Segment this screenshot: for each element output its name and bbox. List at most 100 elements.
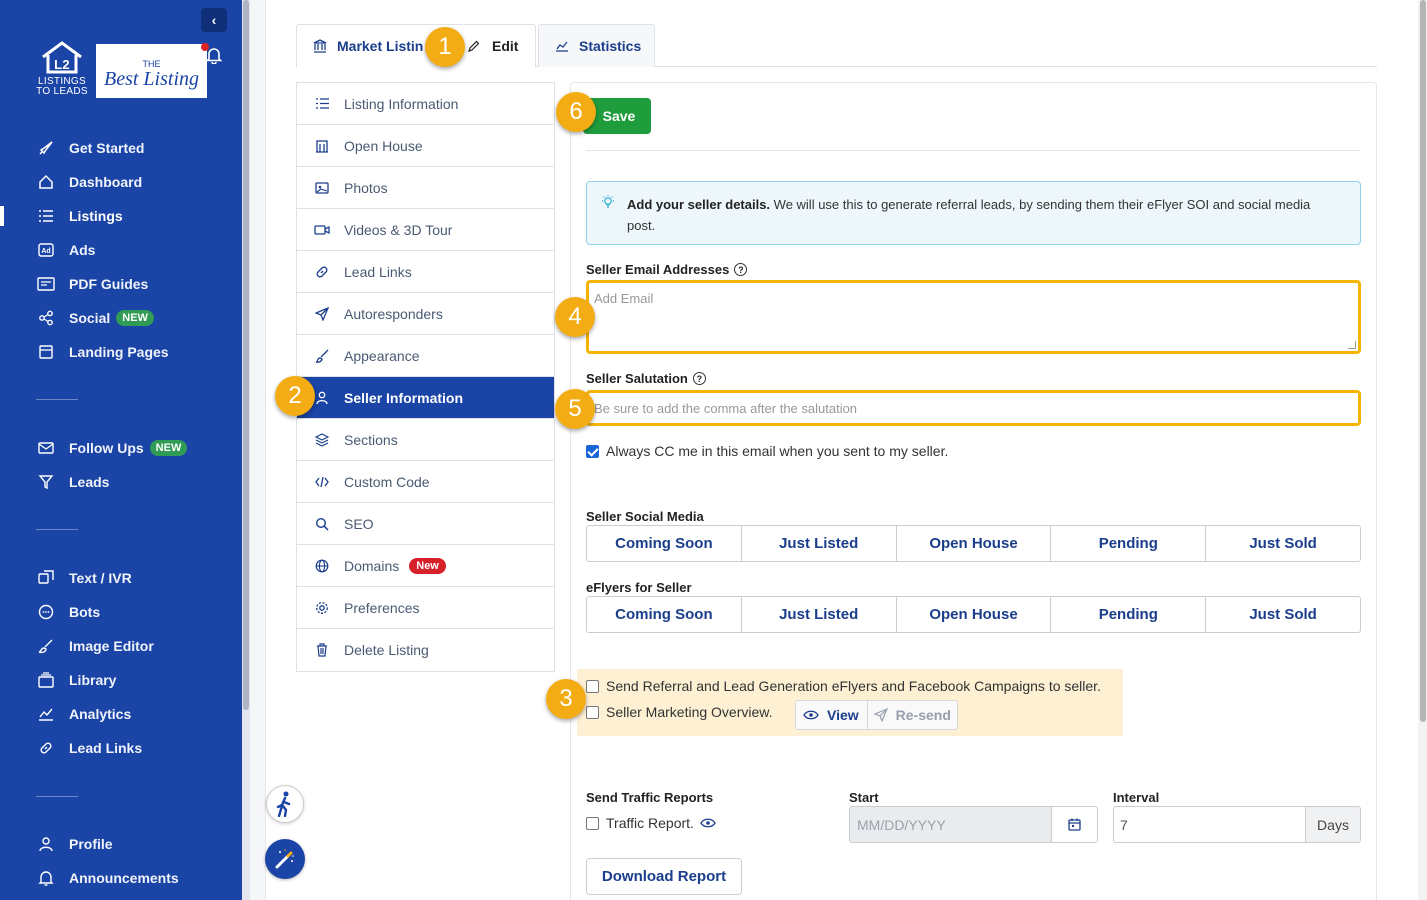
eflyer-pending-button[interactable]: Pending [1050,596,1207,633]
overview-actions: View Re-send [795,700,958,730]
brush-icon [314,348,330,364]
menu-videos[interactable]: Videos & 3D Tour [297,209,554,251]
nav-label: Profile [69,836,113,852]
sidebar-scroll-thumb[interactable] [243,0,249,710]
nav-label: Text / IVR [69,570,132,586]
tab-statistics[interactable]: Statistics [538,24,655,67]
pdf-icon [37,275,55,293]
seller-social-media-label: Seller Social Media [586,509,704,524]
step-marker-5: 5 [555,389,595,429]
collapse-sidebar-button[interactable]: ‹ [201,8,227,32]
nav-get-started[interactable]: Get Started [0,133,242,163]
nav-label: Library [69,672,117,688]
eflyer-coming-soon-button[interactable]: Coming Soon [586,596,742,633]
eflyer-just-sold-button[interactable]: Just Sold [1205,596,1361,633]
nav-label: Follow Ups [69,440,144,456]
page-scroll-thumb[interactable] [1420,0,1426,722]
menu-open-house[interactable]: Open House [297,125,554,167]
traffic-report-label: Traffic Report. [606,815,694,831]
magic-wand-icon [275,849,294,869]
nav-lead-links[interactable]: Lead Links [0,733,242,763]
referral-option[interactable]: Send Referral and Lead Generation eFlyer… [586,678,1101,694]
seller-email-input[interactable]: Add Email [586,280,1361,354]
gutter [250,0,266,900]
eye-icon [803,710,819,720]
nav-landing-pages[interactable]: Landing Pages [0,337,242,367]
interval-label: Interval [1113,790,1160,805]
traffic-report-option[interactable]: Traffic Report. [586,815,716,831]
nav-follow-ups[interactable]: Follow Ups NEW [0,433,242,463]
nav-library[interactable]: Library [0,665,242,695]
nav-profile[interactable]: Profile [0,829,242,859]
nav-text-ivr[interactable]: Text / IVR [0,563,242,593]
marketing-overview-label: Seller Marketing Overview. [606,704,773,720]
eflyer-just-listed-button[interactable]: Just Listed [740,596,897,633]
nav-leads[interactable]: Leads [0,467,242,497]
menu-listing-information[interactable]: Listing Information [297,83,554,125]
referral-checkbox[interactable] [586,679,599,693]
nav-label: Announcements [69,870,179,886]
menu-label: Delete Listing [344,642,429,658]
nav-listings[interactable]: Listings [0,201,242,231]
nav-analytics[interactable]: Analytics [0,699,242,729]
step-marker-3: 3 [546,679,586,719]
listings-to-leads-logo: L2 LISTINGS TO LEADS [32,40,92,97]
menu-delete-listing[interactable]: Delete Listing [297,629,554,671]
menu-domains[interactable]: Domains New [297,545,554,587]
pencil-icon [468,40,480,52]
menu-sections[interactable]: Sections [297,419,554,461]
brush-icon [37,637,55,655]
social-just-sold-button[interactable]: Just Sold [1205,525,1361,562]
nav-pdf-guides[interactable]: PDF Guides [0,269,242,299]
referral-label: Send Referral and Lead Generation eFlyer… [606,678,1101,694]
nav-announcements[interactable]: Announcements [0,863,242,893]
start-date-input[interactable]: MM/DD/YYYY [849,806,1052,843]
menu-preferences[interactable]: Preferences [297,587,554,629]
magic-wand-button[interactable] [265,839,305,879]
nav-ads[interactable]: Ad Ads [0,235,242,265]
view-button[interactable]: View [796,701,868,729]
menu-seo[interactable]: SEO [297,503,554,545]
tab-edit[interactable]: Edit [468,38,518,54]
traffic-report-checkbox[interactable] [586,816,599,830]
list-icon [314,96,330,112]
resize-handle[interactable] [1348,341,1356,349]
menu-label: Listing Information [344,95,459,112]
nav-bots[interactable]: Bots [0,597,242,627]
marketing-overview-checkbox[interactable] [586,705,599,719]
eye-icon[interactable] [700,818,716,828]
nav-social[interactable]: Social NEW [0,303,242,333]
marketing-overview-option[interactable]: Seller Marketing Overview. [586,704,773,720]
accessibility-button[interactable] [266,785,304,823]
always-cc-checkbox[interactable] [586,444,599,458]
search-icon [314,516,330,532]
chat-icon [37,569,55,587]
download-report-button[interactable]: Download Report [586,858,742,895]
social-pending-button[interactable]: Pending [1050,525,1207,562]
menu-photos[interactable]: Photos [297,167,554,209]
menu-label: Appearance [344,347,420,364]
calendar-button[interactable] [1051,806,1098,843]
menu-seller-information[interactable]: Seller Information [297,377,554,419]
menu-label: Photos [344,179,388,196]
nav-label: Image Editor [69,638,154,654]
menu-appearance[interactable]: Appearance [297,335,554,377]
social-just-listed-button[interactable]: Just Listed [740,525,897,562]
menu-custom-code[interactable]: Custom Code [297,461,554,503]
social-open-house-button[interactable]: Open House [895,525,1052,562]
help-icon[interactable]: ? [692,372,706,385]
seller-salutation-input[interactable]: Be sure to add the comma after the salut… [586,390,1361,426]
nav-dashboard[interactable]: Dashboard [0,167,242,197]
help-icon[interactable]: ? [734,263,748,276]
step-marker-2: 2 [275,376,315,416]
social-coming-soon-button[interactable]: Coming Soon [586,525,742,562]
menu-lead-links[interactable]: Lead Links [297,251,554,293]
always-cc-option[interactable]: Always CC me in this email when you sent… [586,443,948,459]
eflyer-open-house-button[interactable]: Open House [895,596,1052,633]
seller-salutation-label: Seller Salutation? [586,371,706,386]
menu-autoresponders[interactable]: Autoresponders [297,293,554,335]
nav-image-editor[interactable]: Image Editor [0,631,242,661]
resend-button[interactable]: Re-send [868,701,957,729]
interval-input[interactable]: 7 [1113,806,1306,843]
step-marker-1: 1 [425,27,465,67]
